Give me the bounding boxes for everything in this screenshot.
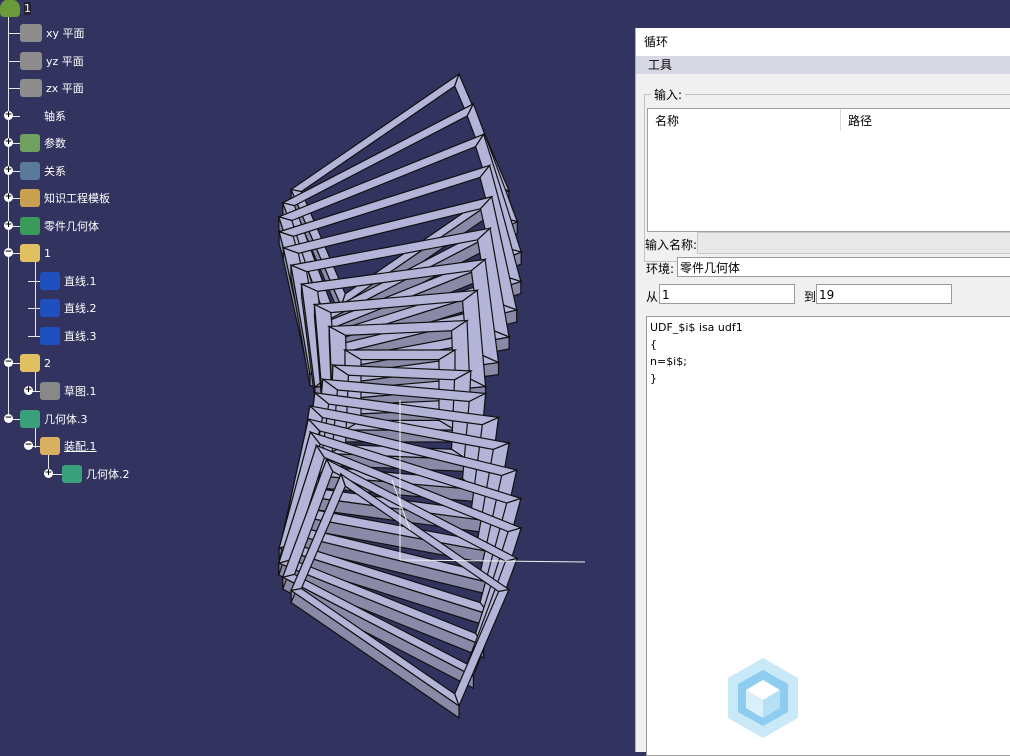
relations-icon (20, 162, 40, 180)
tree-item-label: 草图.1 (64, 385, 97, 398)
tree-root[interactable]: 1 (0, 0, 31, 19)
tree-item[interactable]: 1 (20, 242, 51, 264)
tree-item[interactable]: 几何体.3 (20, 408, 88, 430)
tree-item-label: 直线.2 (64, 302, 97, 315)
geometrical-set-icon (20, 244, 40, 262)
part-body-icon (20, 217, 40, 235)
expand-toggle[interactable]: − (24, 441, 33, 450)
expand-toggle[interactable]: + (4, 166, 13, 175)
body-icon (62, 465, 82, 483)
loop-dialog: 循环 工具 输入: 名称 路径 输入名称: 环境: 零件几何体 从 1 到 19… (635, 28, 1010, 756)
expand-toggle[interactable]: + (4, 138, 13, 147)
code-line: UDF_$i$ isa udf1 (650, 321, 743, 334)
dialog-title[interactable]: 循环 (636, 28, 1010, 56)
tree-item-label: 装配.1 (64, 440, 97, 453)
tree-item[interactable]: 几何体.2 (62, 463, 130, 485)
plane-icon (20, 24, 42, 42)
tree-item-label: 关系 (44, 165, 66, 178)
tree-item[interactable]: 草图.1 (40, 380, 97, 402)
tree-item[interactable]: 2 (20, 352, 51, 374)
plane-icon (20, 52, 42, 70)
tree-item[interactable]: 轴系 (20, 105, 66, 127)
tree-item[interactable]: 知识工程模板 (20, 187, 110, 209)
from-field[interactable]: 1 (659, 284, 795, 304)
tree-item-label: zx 平面 (46, 82, 84, 95)
tree-item-label: 几何体.2 (86, 468, 130, 481)
tree-item[interactable]: 关系 (20, 160, 66, 182)
tree-item-label: 零件几何体 (44, 220, 99, 233)
tree-item[interactable]: 装配.1 (40, 435, 97, 457)
tree-item-label: 2 (44, 356, 51, 370)
menu-tools[interactable]: 工具 (636, 56, 1010, 74)
tree-item[interactable]: 参数 (20, 132, 66, 154)
body-icon (20, 410, 40, 428)
watermark-cube-logo (728, 658, 798, 738)
tree-item-label: 轴系 (44, 110, 66, 123)
column-path[interactable]: 路径 (841, 109, 872, 131)
list-header: 名称 路径 (648, 109, 1010, 131)
to-label: 到 (804, 290, 817, 304)
knowledge-template-icon (20, 189, 40, 207)
line-icon (40, 299, 60, 317)
tree-item[interactable]: 直线.2 (40, 297, 97, 319)
inputs-list[interactable]: 名称 路径 (647, 108, 1010, 232)
expand-toggle[interactable]: − (4, 358, 13, 367)
parameters-icon (20, 134, 40, 152)
geometrical-set-icon (20, 354, 40, 372)
tree-item-label: 1 (44, 246, 51, 260)
tree-item[interactable]: 直线.3 (40, 325, 97, 347)
tree-item[interactable]: xy 平面 (20, 22, 85, 44)
code-line: { (650, 338, 657, 351)
part-icon (0, 0, 20, 17)
tree-item-label: 几何体.3 (44, 413, 88, 426)
tree-item[interactable]: 零件几何体 (20, 215, 99, 237)
tree-item-label: 直线.3 (64, 330, 97, 343)
expand-toggle[interactable]: − (4, 248, 13, 257)
line-icon (40, 272, 60, 290)
plane-icon (20, 79, 42, 97)
tree-item-label: xy 平面 (46, 27, 85, 40)
expand-toggle[interactable]: + (4, 221, 13, 230)
expand-toggle[interactable]: − (4, 414, 13, 423)
expand-toggle[interactable]: + (24, 386, 33, 395)
axis-system-icon (20, 107, 40, 125)
tree-item-label: 参数 (44, 137, 66, 150)
tree-item[interactable]: 直线.1 (40, 270, 97, 292)
input-group-title: 输入: (651, 86, 686, 103)
from-label: 从 (646, 290, 659, 304)
to-field[interactable]: 19 (816, 284, 952, 304)
env-field[interactable]: 零件几何体 (677, 257, 1010, 277)
code-line: } (650, 372, 657, 385)
env-label: 环境: (646, 262, 675, 276)
code-editor[interactable]: UDF_$i$ isa udf1 { n=$i$;} (646, 316, 1010, 756)
code-line: n=$i$; (650, 355, 687, 368)
line-icon (40, 327, 60, 345)
tree-root-label: 1 (24, 1, 31, 15)
tree-item-label: 直线.1 (64, 275, 97, 288)
expand-toggle[interactable]: + (4, 193, 13, 202)
expand-toggle[interactable]: + (44, 469, 53, 478)
assemble-icon (40, 437, 60, 455)
expand-toggle[interactable]: + (4, 111, 13, 120)
sketch-icon (40, 382, 60, 400)
tree-item[interactable]: yz 平面 (20, 50, 84, 72)
specification-tree: 1 xy 平面 yz 平面 zx 平面 + 轴系 + 参数 + 关系 + 知识工程模板 + 零件几何体 − 1… (0, 0, 200, 500)
input-name-label: 输入名称: (645, 238, 698, 252)
tree-item[interactable]: zx 平面 (20, 77, 84, 99)
input-name-field[interactable] (697, 232, 1010, 254)
tree-item-label: yz 平面 (46, 55, 84, 68)
tree-item-label: 知识工程模板 (44, 192, 110, 205)
column-name[interactable]: 名称 (648, 109, 841, 131)
input-group: 输入: 名称 路径 输入名称: (644, 86, 1010, 262)
